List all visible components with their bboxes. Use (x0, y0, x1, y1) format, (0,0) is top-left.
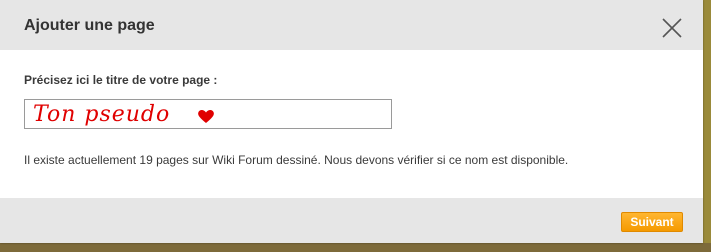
page-title-field (24, 99, 392, 129)
add-page-dialog: Ajouter une page Précisez ici le titre d… (0, 0, 703, 243)
close-icon (662, 18, 682, 38)
next-button[interactable]: Suivant (621, 212, 683, 232)
backdrop-strip-bottom (0, 243, 711, 252)
page-title-label: Précisez ici le titre de votre page : (24, 73, 218, 87)
dialog-header: Ajouter une page (0, 0, 703, 50)
dialog-title: Ajouter une page (24, 17, 155, 34)
close-button[interactable] (660, 16, 684, 40)
backdrop-strip-right (703, 0, 711, 252)
heart-icon (198, 109, 214, 123)
dialog-footer: Suivant (0, 198, 703, 243)
page-count-info: Il existe actuellement 19 pages sur Wiki… (24, 153, 569, 167)
dialog-body: Précisez ici le titre de votre page : Il… (0, 50, 703, 198)
